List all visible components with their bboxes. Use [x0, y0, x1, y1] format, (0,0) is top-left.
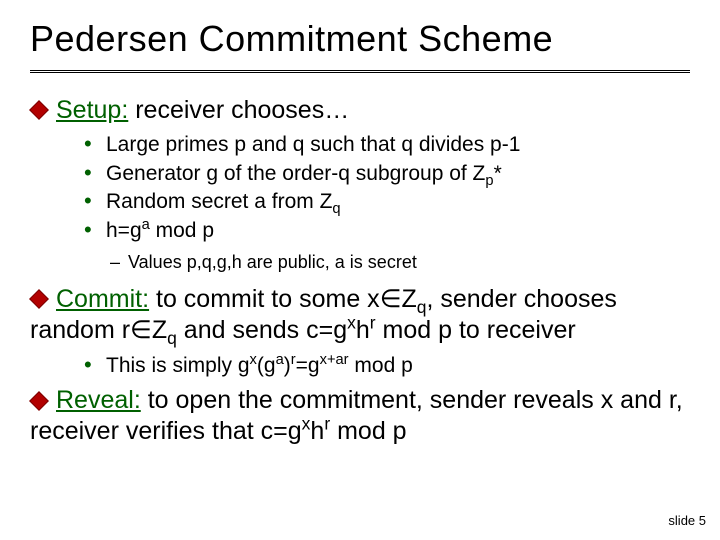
- text: and sends c=g: [177, 316, 347, 344]
- text: mod p: [330, 417, 406, 445]
- element-of-icon: ∈: [130, 316, 152, 344]
- superscript: x+ar: [320, 352, 349, 368]
- subscript: p: [485, 173, 493, 189]
- text: Z: [401, 285, 416, 313]
- diamond-icon: [29, 391, 49, 411]
- superscript: a: [276, 352, 284, 368]
- text: Values p,q,g,h are public, a is secret: [128, 252, 417, 272]
- list-item: Random secret a from Zq: [84, 187, 690, 216]
- list-item: Values p,q,g,h are public, a is secret: [110, 251, 690, 274]
- list-item: h=ga mod p: [84, 216, 690, 245]
- setup-text: receiver chooses…: [128, 96, 349, 124]
- list-item: This is simply gx(ga)r=gx+ar mod p: [84, 351, 690, 380]
- slide-number: slide 5: [668, 513, 706, 528]
- list-item: Large primes p and q such that q divides…: [84, 130, 690, 159]
- subscript: q: [332, 202, 340, 218]
- text: to commit to some x: [149, 285, 380, 313]
- superscript: x: [347, 313, 356, 333]
- text: This is simply g: [106, 354, 250, 377]
- superscript: x: [250, 352, 257, 368]
- text: mod p: [349, 354, 413, 377]
- text: h=g: [106, 219, 142, 242]
- section-setup: Setup: receiver chooses…: [30, 95, 690, 126]
- slide-title: Pedersen Commitment Scheme: [30, 18, 690, 60]
- text: mod p to receiver: [376, 316, 576, 344]
- title-rule: [30, 70, 690, 73]
- diamond-icon: [29, 290, 49, 310]
- text: =g: [296, 354, 320, 377]
- text: Large primes p and q such that q divides…: [106, 133, 520, 156]
- slide: Pedersen Commitment Scheme Setup: receiv…: [0, 0, 720, 540]
- text: mod p: [150, 219, 214, 242]
- diamond-icon: [29, 100, 49, 120]
- section-commit: Commit: to commit to some x∈Zq, sender c…: [30, 284, 690, 347]
- commit-label: Commit:: [56, 285, 149, 313]
- text: Random secret a from Z: [106, 190, 332, 213]
- setup-note-list: Values p,q,g,h are public, a is secret: [110, 251, 690, 274]
- setup-label: Setup:: [56, 96, 128, 124]
- subscript: q: [167, 328, 177, 348]
- section-reveal: Reveal: to open the commitment, sender r…: [30, 385, 690, 448]
- text: h: [356, 316, 370, 344]
- text: ): [284, 354, 291, 377]
- superscript: a: [142, 217, 150, 233]
- text: Generator g of the order-q subgroup of Z: [106, 162, 485, 185]
- reveal-label: Reveal:: [56, 386, 141, 414]
- list-item: Generator g of the order-q subgroup of Z…: [84, 159, 690, 188]
- setup-bullets: Large primes p and q such that q divides…: [84, 130, 690, 244]
- commit-bullets: This is simply gx(ga)r=gx+ar mod p: [84, 351, 690, 380]
- element-of-icon: ∈: [380, 285, 402, 313]
- text: h: [310, 417, 324, 445]
- text: *: [494, 162, 502, 185]
- text: Z: [152, 316, 167, 344]
- text: (g: [257, 354, 276, 377]
